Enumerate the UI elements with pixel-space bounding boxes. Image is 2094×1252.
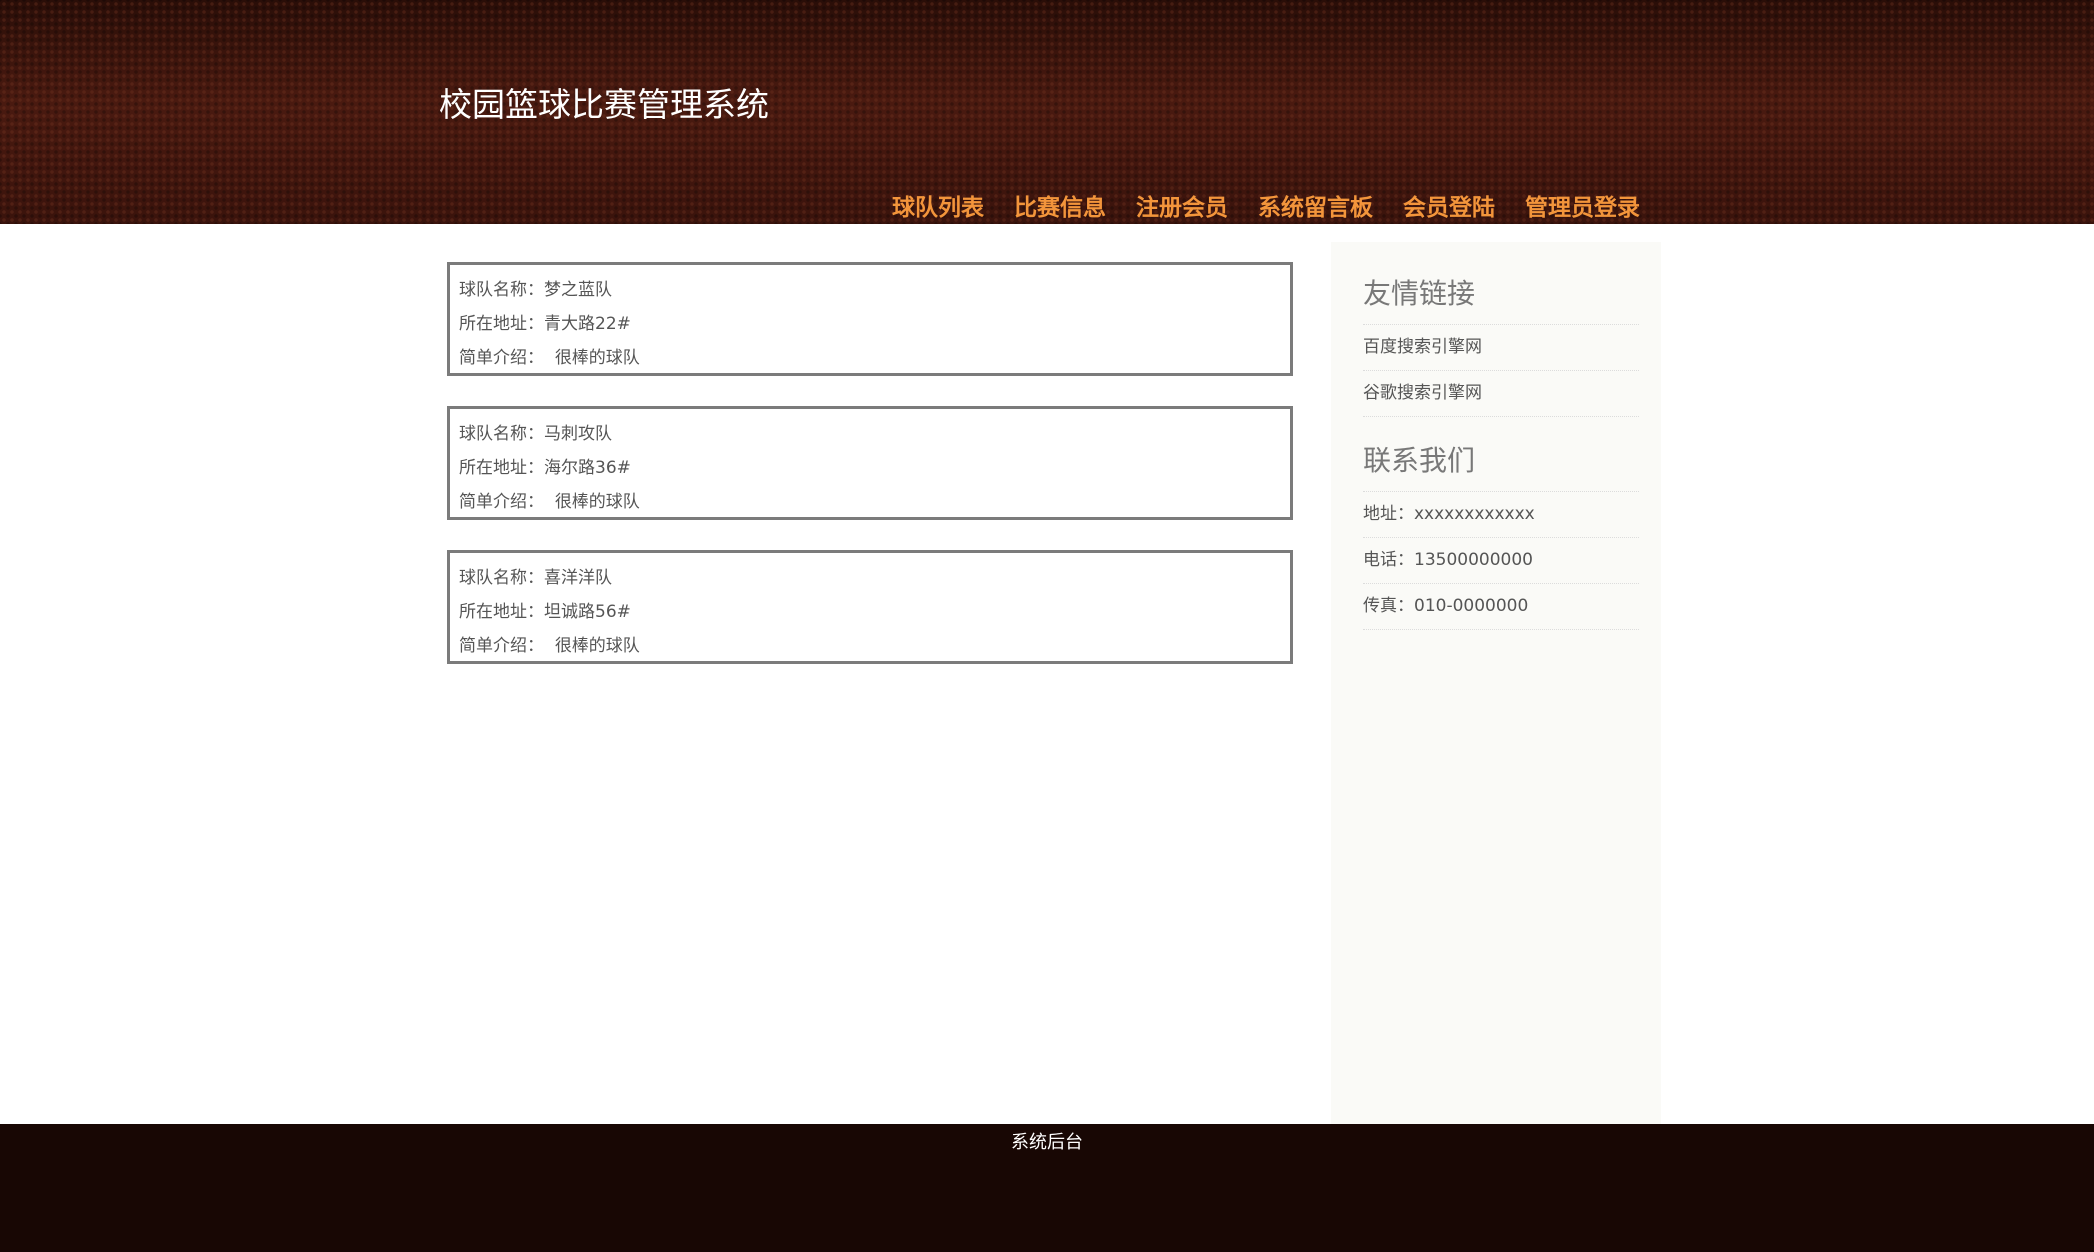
team-intro-row: 简单介绍： 很棒的球队 [459,485,1281,519]
site-footer: 系统后台 [0,1124,2094,1252]
team-address: 海尔路36# [544,458,631,478]
main-nav: 球队列表 比赛信息 注册会员 系统留言板 会员登陆 管理员登录 [892,188,1640,222]
team-name-label: 球队名称： [459,568,544,588]
team-address: 坦诚路56# [544,602,631,622]
friend-link-baidu[interactable]: 百度搜索引擎网 [1363,325,1639,371]
nav-member-login[interactable]: 会员登陆 [1403,188,1495,222]
team-card: 球队名称：马刺攻队 所在地址：海尔路36# 简单介绍： 很棒的球队 [447,406,1293,520]
team-address-label: 所在地址： [459,314,544,334]
contact-address: 地址：xxxxxxxxxxxx [1363,492,1639,538]
team-name-row: 球队名称：梦之蓝队 [459,273,1281,307]
team-address-label: 所在地址： [459,458,544,478]
team-list: 球队名称：梦之蓝队 所在地址：青大路22# 简单介绍： 很棒的球队 球队名称：马… [447,262,1293,694]
nav-team-list[interactable]: 球队列表 [892,188,984,222]
team-intro: 很棒的球队 [554,348,640,368]
friend-link-google[interactable]: 谷歌搜索引擎网 [1363,371,1639,417]
contact-heading: 联系我们 [1363,439,1639,492]
team-name-label: 球队名称： [459,280,544,300]
team-name: 马刺攻队 [544,424,612,444]
nav-match-info[interactable]: 比赛信息 [1014,188,1106,222]
team-intro: 很棒的球队 [554,636,640,656]
team-intro-label: 简单介绍： [459,636,544,656]
team-intro-label: 简单介绍： [459,492,544,512]
site-title: 校园篮球比赛管理系统 [439,85,769,124]
team-name-row: 球队名称：喜洋洋队 [459,561,1281,595]
team-name: 梦之蓝队 [544,280,612,300]
friend-links-heading: 友情链接 [1363,272,1639,325]
team-name-label: 球队名称： [459,424,544,444]
team-address-label: 所在地址： [459,602,544,622]
team-intro-row: 简单介绍： 很棒的球队 [459,629,1281,663]
team-intro-label: 简单介绍： [459,348,544,368]
sidebar: 友情链接 百度搜索引擎网 谷歌搜索引擎网 联系我们 地址：xxxxxxxxxxx… [1331,242,1661,1124]
team-name: 喜洋洋队 [544,568,612,588]
admin-backend-link[interactable]: 系统后台 [0,1128,2094,1154]
team-card: 球队名称：喜洋洋队 所在地址：坦诚路56# 简单介绍： 很棒的球队 [447,550,1293,664]
nav-register[interactable]: 注册会员 [1136,188,1228,222]
team-name-row: 球队名称：马刺攻队 [459,417,1281,451]
site-header: 校园篮球比赛管理系统 球队列表 比赛信息 注册会员 系统留言板 会员登陆 管理员… [0,0,2094,224]
team-intro: 很棒的球队 [554,492,640,512]
team-address-row: 所在地址：坦诚路56# [459,595,1281,629]
team-intro-row: 简单介绍： 很棒的球队 [459,341,1281,375]
team-card: 球队名称：梦之蓝队 所在地址：青大路22# 简单介绍： 很棒的球队 [447,262,1293,376]
team-address-row: 所在地址：青大路22# [459,307,1281,341]
team-address-row: 所在地址：海尔路36# [459,451,1281,485]
team-address: 青大路22# [544,314,631,334]
nav-message-board[interactable]: 系统留言板 [1258,188,1373,222]
contact-phone: 电话：13500000000 [1363,538,1639,584]
nav-admin-login[interactable]: 管理员登录 [1525,188,1640,222]
contact-fax: 传真：010-0000000 [1363,584,1639,630]
